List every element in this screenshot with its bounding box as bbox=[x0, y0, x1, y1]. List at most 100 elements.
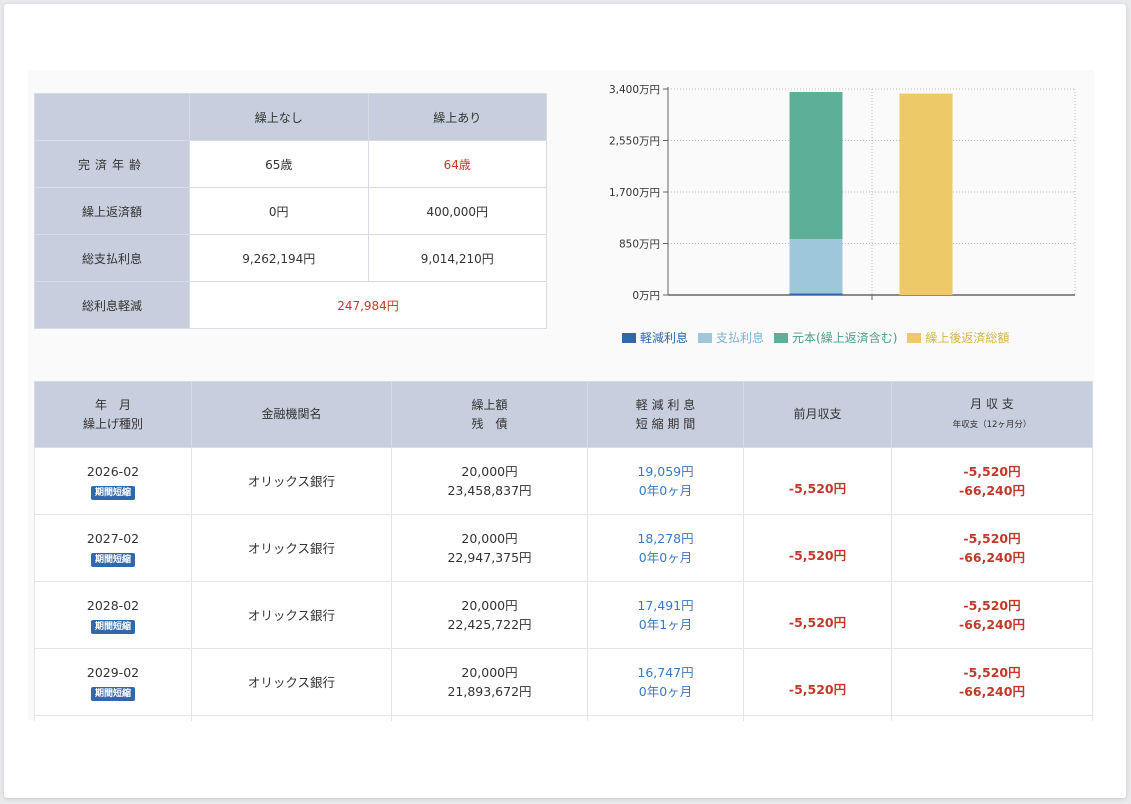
col-header-with-prepay: 繰上あり bbox=[367, 93, 547, 141]
cell-prev: -5,520円 bbox=[743, 447, 892, 515]
legend-item: 繰上後返済総額 bbox=[907, 329, 1009, 346]
header-year-month: 年 月繰上げ種別 bbox=[34, 381, 192, 448]
period-text: 0年0ヶ月 bbox=[638, 483, 693, 498]
cell-bank: オリックス銀行 bbox=[191, 581, 392, 649]
legend-item: 軽減利息 bbox=[622, 329, 688, 346]
prepayment-schedule-table: 年 月繰上げ種別 金融機関名 繰上額残 債 軽 減 利 息短 縮 期 間 前月収… bbox=[34, 381, 1093, 721]
type-badge: 期間短縮 bbox=[90, 620, 135, 634]
row-label-interest-reduction: 総利息軽減 bbox=[34, 281, 190, 329]
y-tick-label: 0万円 bbox=[632, 290, 660, 302]
year-text: -66,240円 bbox=[959, 483, 1025, 498]
legend-swatch bbox=[622, 332, 636, 343]
balance-text: 22,947,375円 bbox=[447, 550, 532, 565]
cell-amount: 20,000円 21,893,672円 bbox=[391, 648, 588, 716]
header-interest: 軽 減 利 息短 縮 期 間 bbox=[587, 381, 744, 448]
bar-segment bbox=[899, 93, 953, 295]
cell-date: 2026-02 期間短縮 bbox=[34, 447, 192, 515]
total-interest-none: 9,262,194円 bbox=[189, 234, 369, 282]
month-text: -5,520円 bbox=[963, 531, 1021, 546]
interest-text: 16,747円 bbox=[637, 665, 694, 680]
table-row: 2026-02 期間短縮 オリックス銀行 20,000円 23,458,837円 1… bbox=[34, 447, 1093, 515]
header-text: 繰上げ種別 bbox=[82, 416, 143, 431]
cell-empty bbox=[743, 715, 892, 721]
header-text: 軽 減 利 息 bbox=[635, 397, 696, 412]
period-text: 0年0ヶ月 bbox=[638, 684, 693, 699]
cell-interest: 18,278円 0年0ヶ月 bbox=[587, 514, 744, 582]
cell-prev: -5,520円 bbox=[743, 514, 892, 582]
date-text: 2029-02 bbox=[86, 665, 140, 680]
period-text: 0年1ヶ月 bbox=[638, 617, 693, 632]
balance-text: 21,893,672円 bbox=[447, 684, 532, 699]
balance-text: 22,425,722円 bbox=[447, 617, 532, 632]
payoff-age-with: 64歳 bbox=[367, 140, 547, 188]
cell-month: -5,520円 -66,240円 bbox=[891, 514, 1093, 582]
year-text: -66,240円 bbox=[959, 617, 1025, 632]
header-text: 残 債 bbox=[471, 416, 508, 431]
payoff-age-none: 65歳 bbox=[189, 140, 369, 188]
type-badge: 期間短縮 bbox=[90, 553, 135, 567]
cell-amount: 20,000円 23,458,837円 bbox=[391, 447, 588, 515]
cell-amount: 20,000円 22,425,722円 bbox=[391, 581, 588, 649]
amount-text: 20,000円 bbox=[461, 531, 518, 546]
chart-legend: 軽減利息 支払利息 元本(繰上返済含む) 繰上後返済総額 bbox=[622, 329, 1009, 346]
header-text: 月 収 支 bbox=[970, 396, 1014, 411]
cell-amount: 20,000円 22,947,375円 bbox=[391, 514, 588, 582]
cell-interest: 17,491円 0年1ヶ月 bbox=[587, 581, 744, 649]
summary-table: 繰上なし 繰上あり 完済年齢 65歳 64歳 繰上返済額 0円 400,000円… bbox=[34, 93, 547, 329]
year-text: -66,240円 bbox=[959, 684, 1025, 699]
date-text: 2026-02 bbox=[86, 464, 140, 479]
legend-label: 軽減利息 bbox=[640, 331, 689, 345]
y-tick-label: 3,400万円 bbox=[609, 84, 660, 96]
cell-month: -5,520円 -66,240円 bbox=[891, 581, 1093, 649]
header-text: 年 月 bbox=[94, 397, 131, 412]
legend-item: 元本(繰上返済含む) bbox=[774, 329, 897, 346]
legend-label: 支払利息 bbox=[716, 331, 765, 345]
interest-text: 18,278円 bbox=[637, 531, 694, 546]
header-text: 繰上額 bbox=[471, 397, 508, 412]
table-row-partial bbox=[34, 715, 1093, 721]
cell-date: 2029-02 期間短縮 bbox=[34, 648, 192, 716]
interest-text: 17,491円 bbox=[637, 598, 694, 613]
row-label-payoff-age: 完済年齢 bbox=[34, 140, 190, 188]
col-header-no-prepay: 繰上なし bbox=[189, 93, 369, 141]
legend-label: 繰上後返済総額 bbox=[925, 331, 1010, 345]
y-tick-label: 850万円 bbox=[619, 239, 660, 251]
year-text: -66,240円 bbox=[959, 550, 1025, 565]
header-bank: 金融機関名 bbox=[191, 381, 392, 448]
cell-bank: オリックス銀行 bbox=[191, 447, 392, 515]
cell-interest: 19,059円 0年0ヶ月 bbox=[587, 447, 744, 515]
cell-empty bbox=[391, 715, 588, 721]
cell-empty bbox=[191, 715, 392, 721]
interest-reduction-value: 247,984円 bbox=[189, 281, 547, 329]
date-text: 2028-02 bbox=[86, 598, 140, 613]
loan-comparison-chart: 3,400万円 2,550万円 1,700万円 850万円 0万円 bbox=[609, 84, 1076, 302]
table-row: 2029-02 期間短縮 オリックス銀行 20,000円 21,893,672円 1… bbox=[34, 648, 1093, 716]
header-prev-month: 前月収支 bbox=[743, 381, 892, 448]
cell-empty bbox=[587, 715, 744, 721]
legend-swatch bbox=[698, 332, 713, 343]
summary-corner bbox=[34, 93, 190, 141]
bar-segment bbox=[789, 238, 843, 294]
total-interest-with: 9,014,210円 bbox=[367, 234, 547, 282]
cell-empty bbox=[34, 715, 192, 721]
header-monthly-balance: 月 収 支年収支（12ヶ月分） bbox=[891, 381, 1093, 448]
legend-item: 支払利息 bbox=[698, 329, 764, 346]
bar-segment bbox=[789, 293, 843, 295]
cell-prev: -5,520円 bbox=[743, 648, 892, 716]
cell-month: -5,520円 -66,240円 bbox=[891, 648, 1093, 716]
legend-swatch bbox=[774, 332, 789, 343]
y-tick-label: 2,550万円 bbox=[609, 136, 660, 148]
cell-empty bbox=[891, 715, 1093, 721]
amount-text: 20,000円 bbox=[461, 665, 518, 680]
amount-text: 20,000円 bbox=[461, 598, 518, 613]
cell-prev: -5,520円 bbox=[743, 581, 892, 649]
header-text: 短 縮 期 間 bbox=[635, 416, 696, 431]
row-label-prepay-amount: 繰上返済額 bbox=[34, 187, 190, 235]
cell-date: 2028-02 期間短縮 bbox=[34, 581, 192, 649]
cell-bank: オリックス銀行 bbox=[191, 514, 392, 582]
balance-text: 23,458,837円 bbox=[447, 483, 532, 498]
month-text: -5,520円 bbox=[963, 598, 1021, 613]
legend-swatch bbox=[907, 332, 922, 343]
cell-bank: オリックス銀行 bbox=[191, 648, 392, 716]
cell-month: -5,520円 -66,240円 bbox=[891, 447, 1093, 515]
